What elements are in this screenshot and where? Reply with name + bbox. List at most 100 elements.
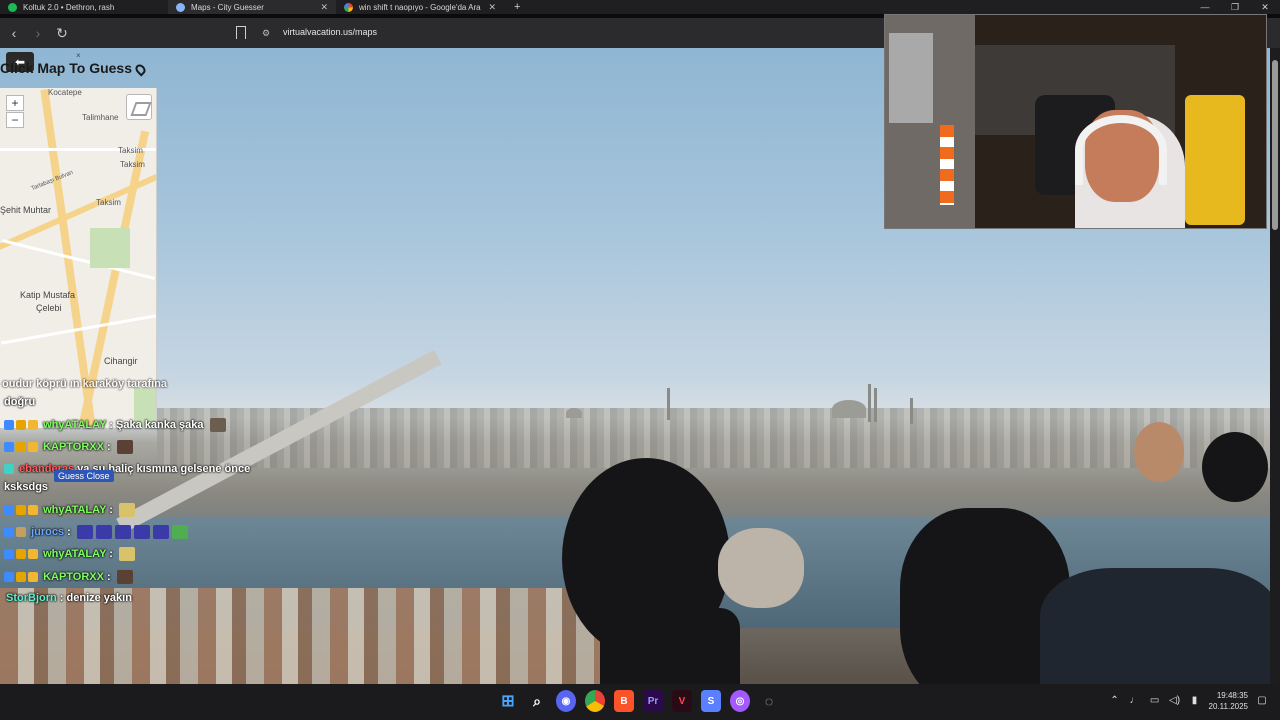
- windows-taskbar: ⊞ ⌕ ◉ B Pr V S ◎ ◌ ⌃ ♩ ▭ ◁) ▮ 19:48:35 2…: [0, 684, 1280, 720]
- emote-icon: [116, 440, 133, 454]
- guess-close-button[interactable]: Guess Close: [54, 470, 114, 482]
- chat-message: StorBjorn : denize yakın: [6, 592, 132, 604]
- forward-button[interactable]: ›: [28, 25, 48, 41]
- app-icon[interactable]: S: [701, 690, 721, 712]
- chrome-icon[interactable]: [585, 690, 605, 712]
- chevron-up-icon[interactable]: ⌃: [1109, 695, 1121, 707]
- google-icon: [344, 2, 353, 12]
- tab-city-guesser[interactable]: Maps - City Guesser ✕: [168, 0, 336, 14]
- chat-username[interactable]: whyATALAY: [43, 504, 106, 516]
- notification-icon[interactable]: ▢: [1256, 695, 1268, 707]
- sub-badge-icon: [28, 572, 38, 582]
- close-tab-icon[interactable]: ✕: [488, 2, 496, 13]
- new-tab-button[interactable]: +: [514, 1, 520, 13]
- crowd-head: [1134, 422, 1184, 482]
- chat-text: :: [109, 547, 113, 560]
- obs-icon[interactable]: ◎: [730, 690, 750, 712]
- taskbar-apps: ⊞ ⌕ ◉ B Pr V S ◎ ◌: [498, 690, 779, 712]
- map-guess-heading: Click Map To Guess: [0, 60, 148, 77]
- url-field[interactable]: virtualvacation.us/maps: [283, 27, 377, 37]
- chat-username[interactable]: StorBjorn: [6, 592, 57, 604]
- tab-google-search[interactable]: win shift t naopıyo - Google'da Ara ✕: [336, 0, 504, 14]
- chat-message: KAPTORXX :: [4, 570, 133, 584]
- subscriber-badge-icon: [4, 549, 14, 559]
- map-label: Taksim: [96, 198, 121, 207]
- bits-badge-icon: [16, 420, 26, 430]
- subscriber-badge-icon: [4, 420, 14, 430]
- subscriber-badge-icon: [4, 527, 14, 537]
- premiere-icon[interactable]: Pr: [643, 690, 663, 712]
- emote-icon: [95, 525, 112, 539]
- settings-icon[interactable]: ◌: [759, 690, 779, 712]
- map-label: Şehit Muhtar: [0, 205, 52, 215]
- system-tray: ⌃ ♩ ▭ ◁) ▮ 19:48:35 20.11.2025 ▢: [1109, 690, 1268, 712]
- minaret: [667, 388, 670, 420]
- spotify-icon: [8, 2, 17, 12]
- zoom-out-button[interactable]: −: [6, 112, 24, 128]
- bookmark-icon[interactable]: [236, 26, 246, 39]
- minaret: [874, 388, 877, 422]
- chat-message: doğru: [4, 396, 35, 408]
- globe-icon: [176, 2, 185, 12]
- clock-time: 19:48:35: [1216, 691, 1248, 700]
- emote-icon: [119, 547, 136, 561]
- map-label: Talimhane: [82, 113, 119, 122]
- battery-icon[interactable]: ▮: [1189, 695, 1201, 707]
- close-window-button[interactable]: ✕: [1250, 0, 1280, 14]
- restore-button[interactable]: ❐: [1220, 0, 1250, 14]
- valorant-icon[interactable]: V: [672, 690, 692, 712]
- guess-map[interactable]: Kocatepe Talimhane Taksim Taksim Tarlaba…: [0, 88, 157, 428]
- emote-icon: [133, 525, 150, 539]
- cam-poster: [889, 33, 933, 123]
- discord-icon[interactable]: ◉: [556, 690, 576, 712]
- window-controls: — ❐ ✕: [1190, 0, 1280, 14]
- search-icon[interactable]: ⌕: [527, 690, 547, 712]
- close-tab-icon[interactable]: ✕: [320, 2, 328, 13]
- scrollbar-thumb[interactable]: [1272, 60, 1278, 230]
- chat-username[interactable]: jurocs: [31, 526, 64, 538]
- bits-badge-icon: [16, 505, 26, 515]
- chat-message: whyATALAY : Şaka kanka şaka: [4, 418, 226, 432]
- tab-spotify[interactable]: Koltuk 2.0 • Dethron, rash: [0, 0, 168, 14]
- map-label: Taksim: [120, 160, 145, 169]
- chat-text: :: [107, 570, 111, 583]
- map-label: Kocatepe: [48, 88, 82, 97]
- map-close-icon[interactable]: ×: [76, 51, 81, 60]
- emote-icon: [209, 418, 226, 432]
- bits-badge-icon: [16, 442, 26, 452]
- start-icon[interactable]: ⊞: [498, 690, 518, 712]
- emote-icon: [76, 525, 93, 539]
- volume-icon[interactable]: ◁): [1169, 695, 1181, 707]
- mosque-dome: [832, 400, 866, 418]
- crowd-person: [1040, 568, 1280, 684]
- chat-username[interactable]: whyATALAY: [43, 419, 106, 431]
- reload-button[interactable]: ↻: [52, 25, 72, 42]
- map-label: Cihangir: [104, 356, 138, 366]
- crowd-head: [1202, 432, 1268, 502]
- back-button[interactable]: ‹: [4, 25, 24, 41]
- brave-icon[interactable]: B: [614, 690, 634, 712]
- zoom-in-button[interactable]: +: [6, 95, 24, 111]
- sub-badge-icon: [28, 549, 38, 559]
- yellow-drum: [1185, 95, 1245, 225]
- minimize-button[interactable]: —: [1190, 0, 1220, 14]
- tab-title: Koltuk 2.0 • Dethron, rash: [23, 2, 115, 12]
- hat: [718, 528, 804, 608]
- chat-username[interactable]: whyATALAY: [43, 548, 106, 560]
- map-label: Taksim: [118, 146, 143, 155]
- chat-text: :: [107, 440, 111, 453]
- chat-text: :: [67, 525, 71, 538]
- chat-text: doğru: [4, 396, 36, 408]
- clock[interactable]: 19:48:35 20.11.2025: [1209, 690, 1248, 712]
- chat-username[interactable]: KAPTORXX: [43, 571, 104, 583]
- map-layers-button[interactable]: [126, 94, 152, 120]
- network-icon[interactable]: ▭: [1149, 695, 1161, 707]
- microphone-icon[interactable]: ♩: [1129, 695, 1141, 707]
- subscriber-badge-icon: [4, 505, 14, 515]
- site-info-icon[interactable]: ⚙: [262, 28, 270, 39]
- mosque-dome: [566, 408, 582, 418]
- chat-username[interactable]: KAPTORXX: [43, 441, 104, 453]
- sub-badge-icon: [28, 442, 38, 452]
- chat-message: jurocs :: [4, 525, 188, 539]
- minaret: [868, 384, 871, 422]
